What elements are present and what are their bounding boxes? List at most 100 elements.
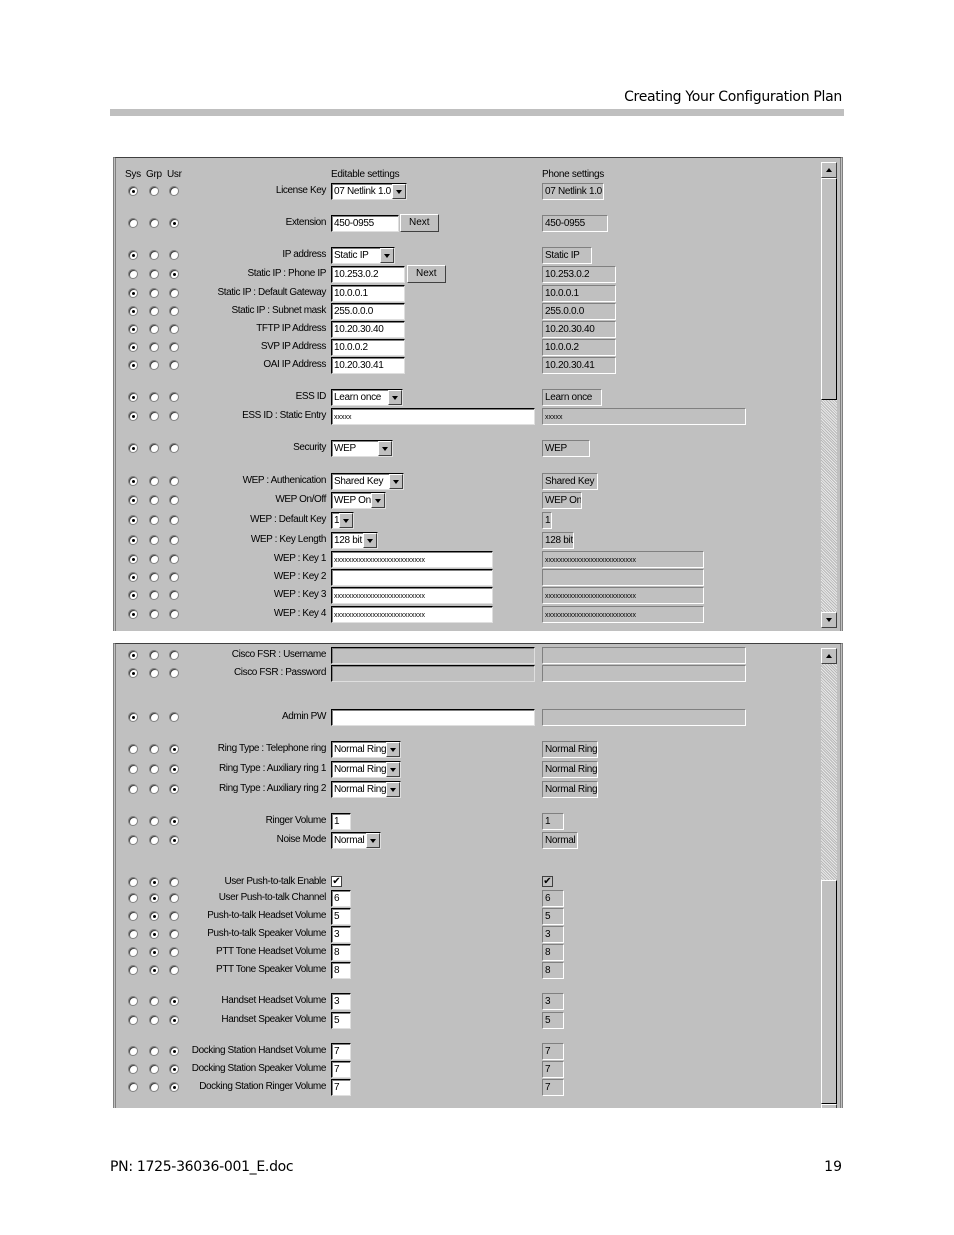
usr-level-radio[interactable] [169, 411, 179, 421]
grp-level-radio[interactable] [149, 572, 159, 582]
grp-level-radio[interactable] [149, 893, 159, 903]
editable-input[interactable]: 3 [331, 926, 351, 943]
sys-level-radio[interactable] [128, 288, 138, 298]
chevron-down-icon[interactable] [386, 742, 400, 757]
grp-level-radio[interactable] [149, 515, 159, 525]
grp-level-radio[interactable] [149, 411, 159, 421]
usr-level-radio[interactable] [169, 535, 179, 545]
usr-level-radio[interactable] [169, 911, 179, 921]
usr-level-radio[interactable] [169, 495, 179, 505]
sys-level-radio[interactable] [128, 893, 138, 903]
sys-level-radio[interactable] [128, 554, 138, 564]
sys-level-radio[interactable] [128, 411, 138, 421]
scrollbar-thumb[interactable] [821, 178, 837, 400]
editable-select[interactable]: Normal [331, 832, 381, 849]
usr-level-radio[interactable] [169, 443, 179, 453]
sys-level-radio[interactable] [128, 712, 138, 722]
sys-level-radio[interactable] [128, 218, 138, 228]
editable-input[interactable]: 8 [331, 962, 351, 979]
grp-level-radio[interactable] [149, 495, 159, 505]
editable-input[interactable]: 1 [331, 813, 351, 830]
usr-level-radio[interactable] [169, 250, 179, 260]
grp-level-radio[interactable] [149, 342, 159, 352]
editable-select[interactable]: Normal Ring [331, 741, 401, 758]
sys-level-radio[interactable] [128, 744, 138, 754]
usr-level-radio[interactable] [169, 996, 179, 1006]
usr-level-radio[interactable] [169, 650, 179, 660]
editable-input[interactable]: xxxxxxxxxxxxxxxxxxxxxxxxxx [331, 606, 493, 623]
scroll-down-button[interactable] [821, 612, 837, 628]
usr-level-radio[interactable] [169, 816, 179, 826]
next-button[interactable]: Next [407, 265, 446, 283]
chevron-down-icon[interactable] [386, 762, 400, 777]
sys-level-radio[interactable] [128, 342, 138, 352]
grp-level-radio[interactable] [149, 609, 159, 619]
usr-level-radio[interactable] [169, 764, 179, 774]
grp-level-radio[interactable] [149, 288, 159, 298]
sys-level-radio[interactable] [128, 609, 138, 619]
editable-select[interactable]: WEP On [331, 492, 386, 509]
chevron-down-icon[interactable] [386, 782, 400, 797]
grp-level-radio[interactable] [149, 947, 159, 957]
editable-input[interactable]: 6 [331, 890, 351, 907]
sys-level-radio[interactable] [128, 1046, 138, 1056]
sys-level-radio[interactable] [128, 443, 138, 453]
usr-level-radio[interactable] [169, 572, 179, 582]
grp-level-radio[interactable] [149, 1046, 159, 1056]
grp-level-radio[interactable] [149, 877, 159, 887]
chevron-down-icon[interactable] [380, 248, 394, 263]
grp-level-radio[interactable] [149, 218, 159, 228]
editable-input[interactable]: 7 [331, 1079, 351, 1096]
sys-level-radio[interactable] [128, 535, 138, 545]
usr-level-radio[interactable] [169, 324, 179, 334]
usr-level-radio[interactable] [169, 186, 179, 196]
sys-level-radio[interactable] [128, 784, 138, 794]
editable-input[interactable]: 5 [331, 1012, 351, 1029]
usr-level-radio[interactable] [169, 744, 179, 754]
editable-select[interactable]: WEP [331, 440, 393, 457]
grp-level-radio[interactable] [149, 835, 159, 845]
grp-level-radio[interactable] [149, 535, 159, 545]
usr-level-radio[interactable] [169, 1046, 179, 1056]
grp-level-radio[interactable] [149, 392, 159, 402]
editable-input[interactable]: 7 [331, 1043, 351, 1060]
sys-level-radio[interactable] [128, 515, 138, 525]
editable-input[interactable]: 10.253.0.2 [331, 266, 405, 283]
editable-select[interactable]: 07 Netlink 1.0 [331, 183, 407, 200]
grp-level-radio[interactable] [149, 590, 159, 600]
sys-level-radio[interactable] [128, 495, 138, 505]
grp-level-radio[interactable] [149, 250, 159, 260]
editable-select[interactable]: Normal Ring [331, 781, 401, 798]
chevron-down-icon[interactable] [389, 474, 403, 489]
editable-select[interactable]: Shared Key [331, 473, 404, 490]
sys-level-radio[interactable] [128, 324, 138, 334]
grp-level-radio[interactable] [149, 1082, 159, 1092]
usr-level-radio[interactable] [169, 515, 179, 525]
editable-input[interactable]: 10.20.30.41 [331, 357, 405, 374]
editable-select[interactable]: 1 [331, 512, 354, 529]
grp-level-radio[interactable] [149, 911, 159, 921]
scroll-up-button[interactable] [821, 648, 837, 664]
editable-input[interactable] [331, 569, 493, 586]
editable-select[interactable]: 128 bit [331, 532, 378, 549]
sys-level-radio[interactable] [128, 764, 138, 774]
sys-level-radio[interactable] [128, 476, 138, 486]
grp-level-radio[interactable] [149, 554, 159, 564]
sys-level-radio[interactable] [128, 947, 138, 957]
grp-level-radio[interactable] [149, 443, 159, 453]
sys-level-radio[interactable] [128, 269, 138, 279]
editable-input[interactable]: xxxxxxxxxxxxxxxxxxxxxxxxxx [331, 587, 493, 604]
grp-level-radio[interactable] [149, 712, 159, 722]
usr-level-radio[interactable] [169, 609, 179, 619]
grp-level-radio[interactable] [149, 269, 159, 279]
usr-level-radio[interactable] [169, 218, 179, 228]
usr-level-radio[interactable] [169, 1064, 179, 1074]
sys-level-radio[interactable] [128, 1082, 138, 1092]
sys-level-radio[interactable] [128, 186, 138, 196]
next-button[interactable]: Next [400, 214, 439, 232]
usr-level-radio[interactable] [169, 947, 179, 957]
sys-level-radio[interactable] [128, 306, 138, 316]
sys-level-radio[interactable] [128, 835, 138, 845]
usr-level-radio[interactable] [169, 342, 179, 352]
sys-level-radio[interactable] [128, 877, 138, 887]
